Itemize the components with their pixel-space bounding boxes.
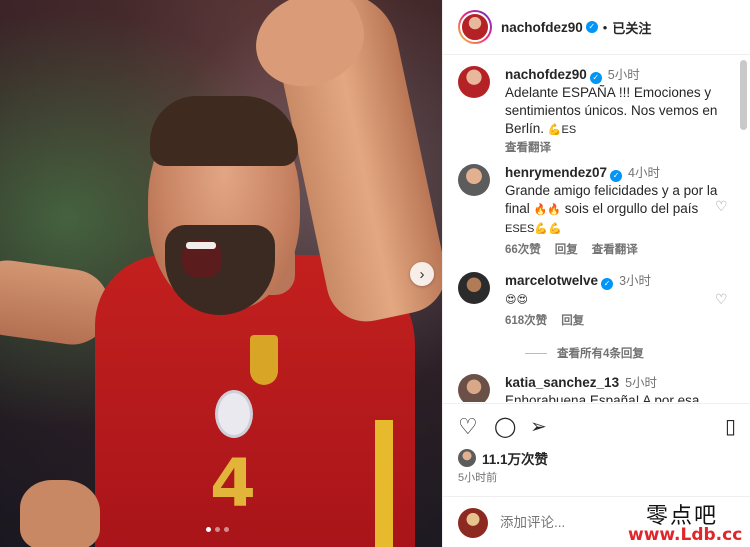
comment-username[interactable]: henrymendez07 (505, 165, 607, 180)
avatar[interactable] (458, 272, 490, 304)
share-icon[interactable]: ➢ (530, 414, 547, 440)
post-header: nachofdez90 ✓ • 已关注 (443, 0, 750, 55)
caption-comment: nachofdez90 ✓ 5小时 Adelante ESPAÑA !!! Emoc… (458, 66, 733, 157)
translate-link[interactable]: 查看翻译 (592, 244, 638, 256)
reply-link[interactable]: 回复 (555, 244, 578, 256)
story-ring[interactable] (458, 10, 492, 44)
comment-text: Adelante ESPAÑA !!! Emociones y sentimie… (505, 85, 718, 136)
comment-time[interactable]: 5小时 (608, 68, 640, 82)
comment-time[interactable]: 5小时 (625, 376, 657, 390)
likes-count[interactable]: 11.1万次赞 (482, 448, 548, 468)
comment-username[interactable]: katia_sanchez_13 (505, 375, 619, 390)
post-timestamp[interactable]: 5小时前 (458, 469, 497, 485)
emoji-flag: 💪ES (547, 124, 577, 136)
avatar[interactable] (458, 66, 490, 98)
save-icon[interactable]: ▯ (725, 414, 736, 440)
separator: • (602, 19, 608, 35)
reply-link[interactable]: 回复 (561, 315, 584, 327)
verified-icon: ✓ (601, 278, 614, 290)
player-hair (150, 96, 298, 166)
comment-username[interactable]: marcelotwelve (505, 273, 598, 288)
jersey-stripe (375, 420, 393, 547)
post-side-panel: nachofdez90 ✓ • 已关注 nachofdez90 ✓ 5小时 Adel… (442, 0, 750, 547)
like-icon[interactable]: ♡ (458, 414, 478, 440)
heart-eyes-emoji: 😍😍 (505, 294, 528, 306)
like-count[interactable]: 66次赞 (505, 244, 541, 256)
comment-like-icon[interactable]: ♡ (715, 199, 729, 213)
carousel-dot (215, 527, 220, 532)
fire-emoji: 🔥🔥 (533, 204, 561, 216)
add-comment-input[interactable] (500, 515, 620, 530)
comment-item: henrymendez07 ✓ 4小时 Grande amigo felicidad… (458, 164, 733, 259)
verified-icon: ✓ (610, 170, 623, 182)
comment-icon[interactable]: ◯ (494, 414, 516, 440)
translate-link[interactable]: 查看翻译 (505, 142, 551, 154)
following-button[interactable]: 已关注 (612, 18, 651, 37)
avatar[interactable] (458, 164, 490, 196)
liker-avatar[interactable] (458, 449, 476, 467)
emoji-flag: ESES💪💪 (505, 223, 562, 235)
chevron-right-icon: › (419, 265, 425, 283)
post-image[interactable]: 4 (0, 0, 442, 547)
verified-icon: ✓ (585, 21, 598, 33)
player-teeth (186, 242, 216, 249)
comment-time[interactable]: 3小时 (619, 274, 651, 288)
carousel-next-button[interactable]: › (410, 262, 434, 286)
likes-row[interactable]: 11.1万次赞 (458, 448, 548, 468)
jersey-number: 4 (210, 445, 256, 522)
avatar[interactable] (460, 12, 490, 42)
comment-text: Enhorabuena España! A por esa (505, 393, 700, 402)
header-username[interactable]: nachofdez90 (501, 20, 583, 35)
current-user-avatar (458, 507, 488, 538)
comment-text-2: sois el orgullo del país (564, 201, 699, 216)
comment-username[interactable]: nachofdez90 (505, 67, 587, 82)
carousel-dot (206, 527, 211, 532)
teammate-fist (20, 480, 100, 547)
carousel-dot (224, 527, 229, 532)
carousel-dots (206, 527, 229, 532)
comment-time[interactable]: 4小时 (628, 166, 660, 180)
comments-list[interactable]: nachofdez90 ✓ 5小时 Adelante ESPAÑA !!! Emoc… (443, 56, 735, 402)
jersey-crest (250, 335, 278, 385)
comment-like-icon[interactable]: ♡ (715, 292, 729, 306)
view-replies-link[interactable]: 查看所有4条回复 (525, 345, 644, 361)
verified-icon: ✓ (589, 72, 602, 84)
jersey-badge (215, 390, 253, 438)
comment-item: marcelotwelve ✓ 3小时 😍😍 618次赞 回复 (458, 272, 733, 330)
avatar[interactable] (458, 374, 490, 402)
watermark-url: www.Ldb.cc (628, 525, 743, 545)
like-count[interactable]: 618次赞 (505, 315, 547, 327)
comment-item: katia_sanchez_13 5小时 Enhorabuena España! … (458, 374, 733, 402)
comments-scrollbar[interactable] (740, 60, 747, 130)
